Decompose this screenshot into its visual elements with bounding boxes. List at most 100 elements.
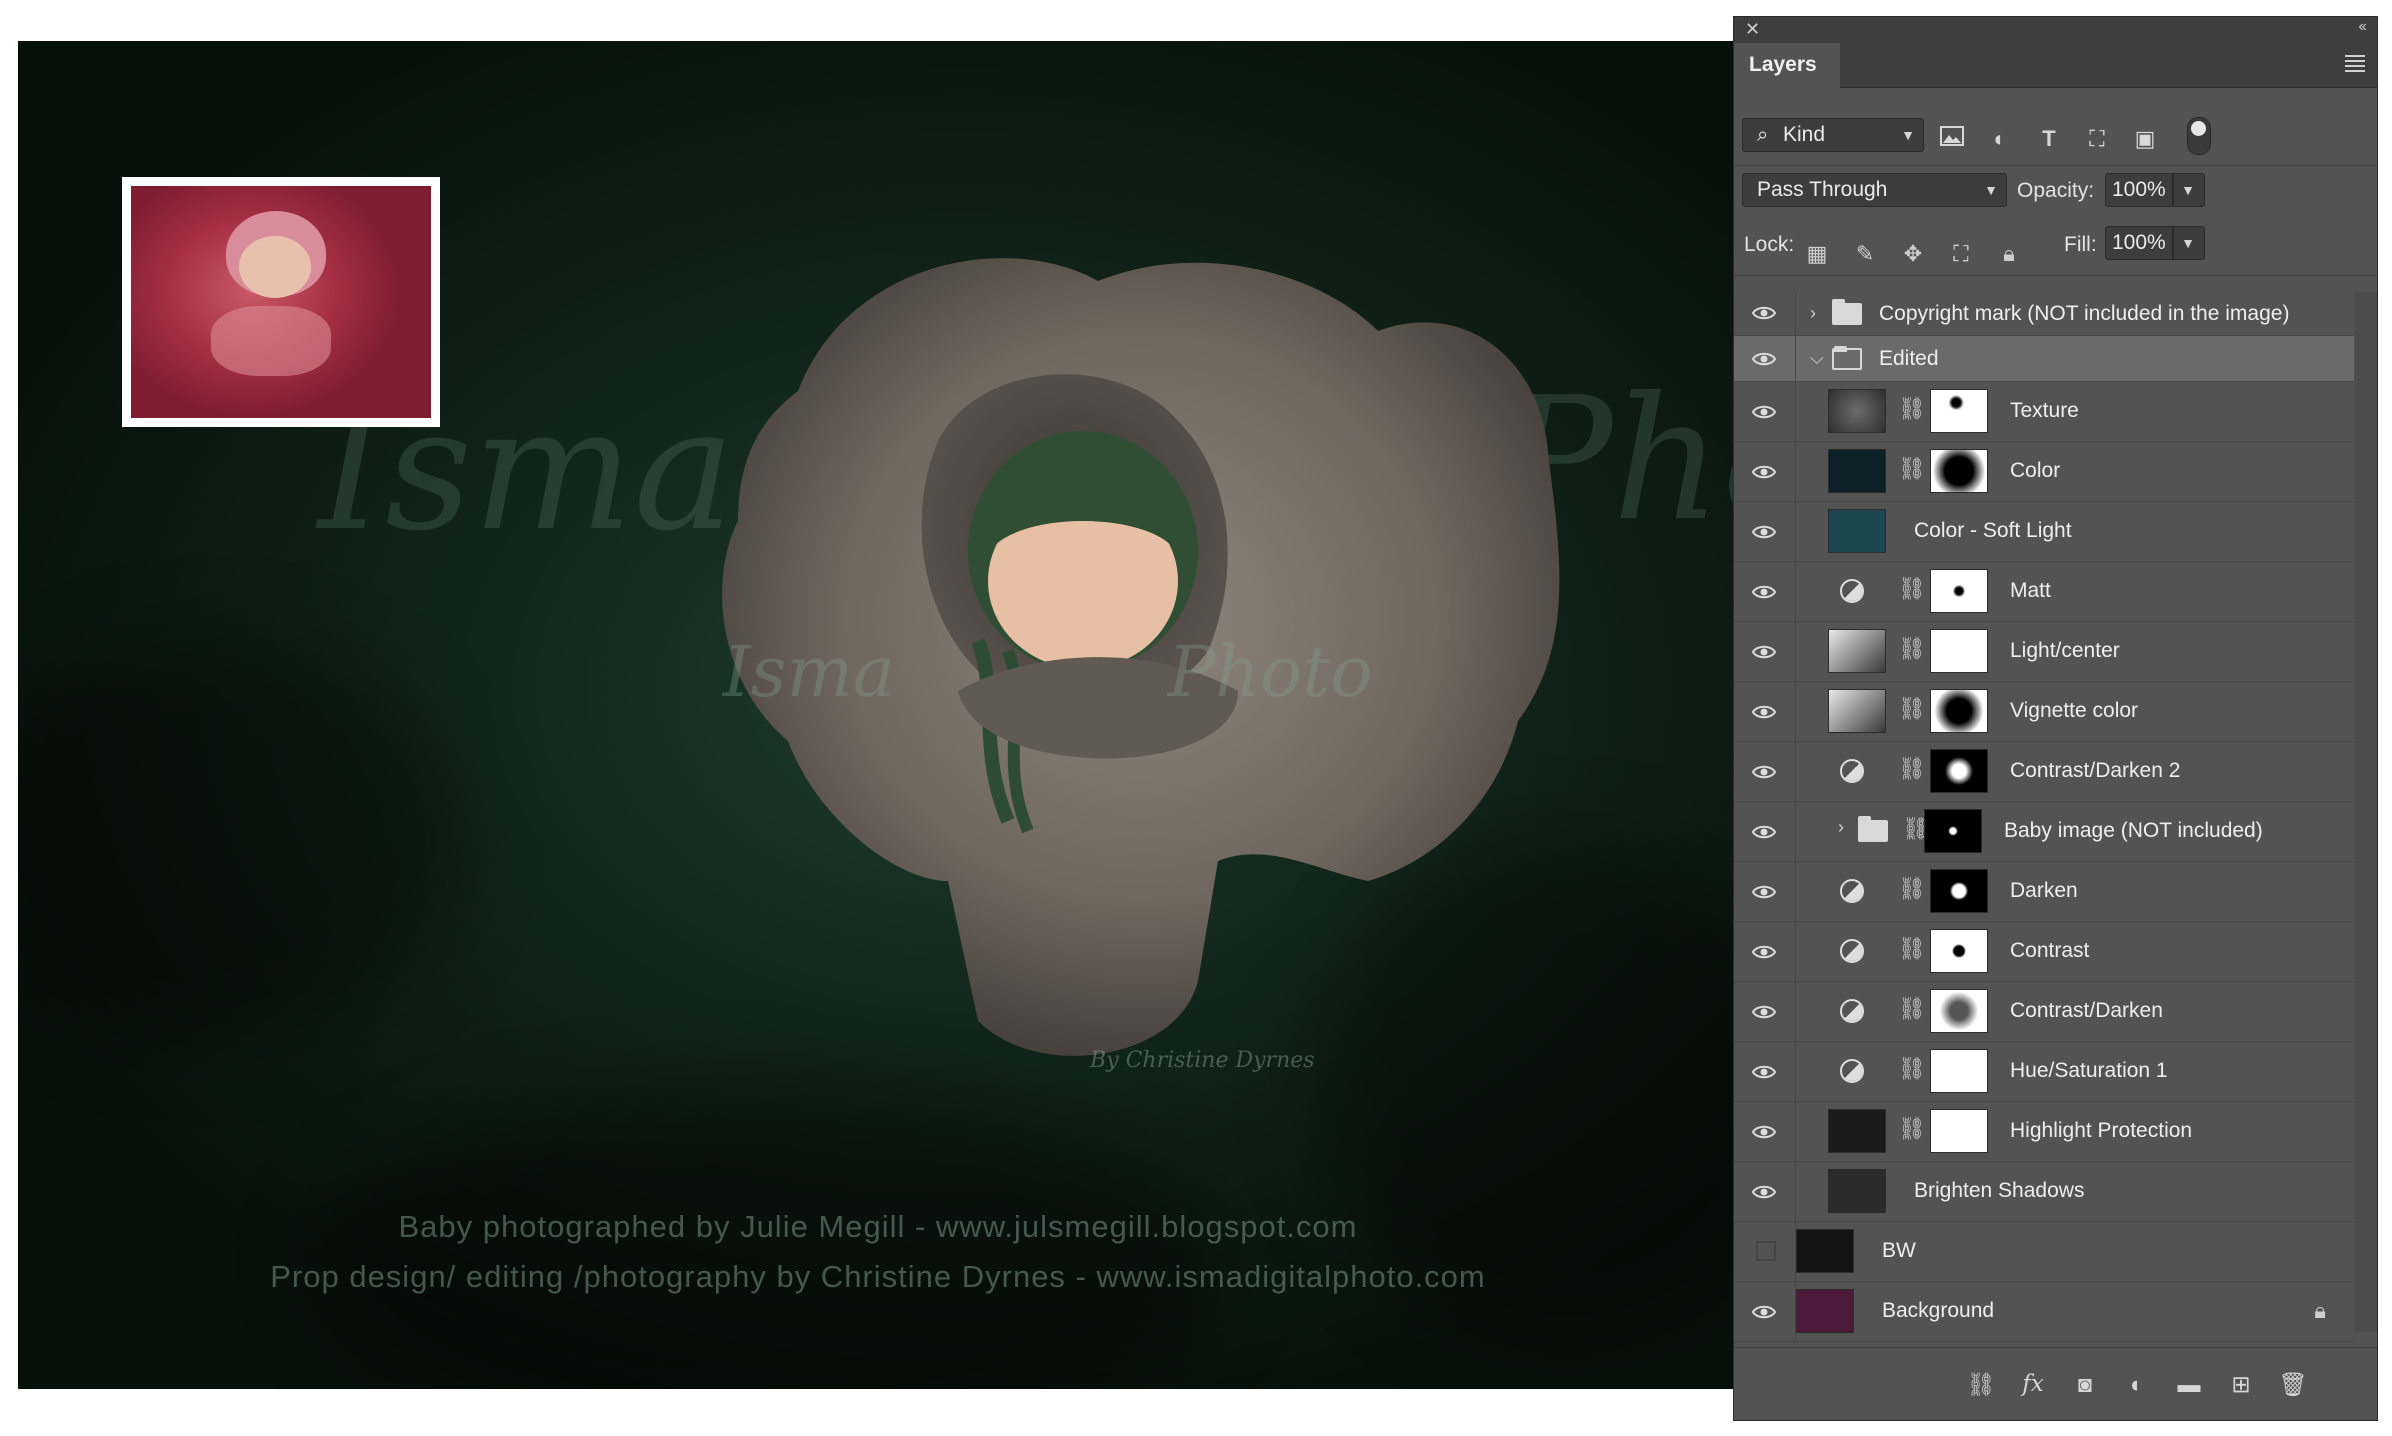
link-icon[interactable]: ⛓ bbox=[1898, 1056, 1926, 1082]
layer-mask-thumbnail[interactable] bbox=[1930, 989, 1988, 1033]
blend-mode-select[interactable]: Pass Through ▼ bbox=[1742, 173, 2007, 207]
visibility-cell[interactable] bbox=[1734, 1102, 1796, 1161]
layer-row[interactable]: › Copyright mark (NOT included in the ima… bbox=[1734, 291, 2354, 336]
visibility-cell[interactable] bbox=[1734, 1042, 1796, 1101]
visibility-cell[interactable] bbox=[1734, 982, 1796, 1041]
collapse-panel-icon[interactable]: ‹‹ bbox=[2358, 18, 2367, 36]
lock-all-icon[interactable]: 🔒︎ bbox=[1996, 241, 2022, 267]
link-icon[interactable]: ⛓ bbox=[1898, 1116, 1926, 1142]
visibility-cell[interactable] bbox=[1734, 502, 1796, 561]
fill-slider-button[interactable]: ▼ bbox=[2173, 226, 2205, 260]
layer-thumbnail[interactable] bbox=[1828, 389, 1886, 433]
link-icon[interactable]: ⛓ bbox=[1898, 636, 1926, 662]
eye-icon[interactable] bbox=[1752, 305, 1776, 321]
layer-thumbnail[interactable] bbox=[1828, 449, 1886, 493]
layer-row[interactable]: ⛓ Contrast/Darken bbox=[1734, 982, 2354, 1042]
opacity-input[interactable]: 100% bbox=[2105, 173, 2173, 207]
eye-icon[interactable] bbox=[1752, 404, 1776, 420]
visibility-cell[interactable] bbox=[1734, 682, 1796, 741]
eye-icon[interactable] bbox=[1752, 704, 1776, 720]
filter-kind-select[interactable]: ⌕ Kind ▼ bbox=[1742, 118, 1924, 152]
link-icon[interactable]: ⛓ bbox=[1898, 396, 1926, 422]
visibility-cell[interactable] bbox=[1734, 1162, 1796, 1221]
visibility-cell[interactable] bbox=[1734, 382, 1796, 441]
layer-row[interactable]: ⛓ Color bbox=[1734, 442, 2354, 502]
chevron-right-icon[interactable]: › bbox=[1838, 817, 1844, 838]
layer-row[interactable]: ⛓ Texture bbox=[1734, 382, 2354, 442]
lock-paint-icon[interactable]: ✎ bbox=[1852, 241, 1878, 267]
visibility-off-box[interactable] bbox=[1756, 1240, 1776, 1261]
link-icon[interactable]: ⛓ bbox=[1898, 696, 1926, 722]
layer-mask-thumbnail[interactable] bbox=[1930, 689, 1988, 733]
visibility-cell[interactable] bbox=[1734, 1282, 1796, 1341]
layer-thumbnail[interactable] bbox=[1828, 1169, 1886, 1213]
layer-thumbnail[interactable] bbox=[1796, 1229, 1854, 1273]
layers-scrollbar[interactable] bbox=[2355, 292, 2377, 1332]
fx-icon[interactable]: fx bbox=[2018, 1370, 2048, 1398]
eye-icon[interactable] bbox=[1752, 524, 1776, 540]
eye-icon[interactable] bbox=[1752, 824, 1776, 840]
eye-icon[interactable] bbox=[1752, 644, 1776, 660]
visibility-cell[interactable] bbox=[1734, 742, 1796, 801]
eye-icon[interactable] bbox=[1752, 1184, 1776, 1200]
link-icon[interactable]: ⛓ bbox=[1898, 456, 1926, 482]
opacity-slider-button[interactable]: ▼ bbox=[2173, 173, 2205, 207]
new-layer-icon[interactable]: ⊞ bbox=[2226, 1370, 2256, 1398]
visibility-cell[interactable] bbox=[1734, 1222, 1796, 1281]
layer-mask-thumbnail[interactable] bbox=[1924, 809, 1982, 853]
image-filter-icon[interactable] bbox=[1939, 126, 1965, 152]
layer-row[interactable]: Background 🔒︎ bbox=[1734, 1282, 2354, 1342]
shape-filter-icon[interactable]: ⛶ bbox=[2084, 126, 2110, 152]
layer-row[interactable]: ⌵ Edited bbox=[1734, 336, 2354, 382]
eye-icon[interactable] bbox=[1752, 584, 1776, 600]
visibility-cell[interactable] bbox=[1734, 802, 1796, 861]
layer-mask-thumbnail[interactable] bbox=[1930, 1109, 1988, 1153]
layer-thumbnail[interactable] bbox=[1796, 1289, 1854, 1333]
fill-input[interactable]: 100% bbox=[2105, 226, 2173, 260]
filter-toggle[interactable] bbox=[2187, 117, 2211, 155]
layer-row[interactable]: ⛓ Matt bbox=[1734, 562, 2354, 622]
layer-row[interactable]: Brighten Shadows bbox=[1734, 1162, 2354, 1222]
document-canvas[interactable]: Isma Pho Isma Photo By Christine Dyrnes … bbox=[18, 41, 1738, 1389]
layer-row[interactable]: ⛓ Contrast/Darken 2 bbox=[1734, 742, 2354, 802]
eye-icon[interactable] bbox=[1752, 1004, 1776, 1020]
eye-icon[interactable] bbox=[1752, 764, 1776, 780]
layer-row[interactable]: ⛓ Hue/Saturation 1 bbox=[1734, 1042, 2354, 1102]
lock-artboard-icon[interactable]: ⛶ bbox=[1948, 241, 1974, 267]
link-icon[interactable]: ⛓ bbox=[1898, 576, 1926, 602]
link-layers-icon[interactable]: ⛓ bbox=[1966, 1370, 1996, 1398]
link-icon[interactable]: ⛓ bbox=[1898, 936, 1926, 962]
visibility-cell[interactable] bbox=[1734, 291, 1796, 335]
adjustment-filter-icon[interactable]: ◐ bbox=[1987, 126, 2013, 152]
lock-transparent-icon[interactable]: ▦ bbox=[1804, 241, 1830, 267]
visibility-cell[interactable] bbox=[1734, 862, 1796, 921]
lock-move-icon[interactable]: ✥ bbox=[1900, 241, 1926, 267]
eye-icon[interactable] bbox=[1752, 1304, 1776, 1320]
visibility-cell[interactable] bbox=[1734, 562, 1796, 621]
layer-mask-thumbnail[interactable] bbox=[1930, 749, 1988, 793]
layer-mask-thumbnail[interactable] bbox=[1930, 569, 1988, 613]
layer-thumbnail[interactable] bbox=[1828, 689, 1886, 733]
eye-icon[interactable] bbox=[1752, 944, 1776, 960]
new-adjustment-icon[interactable]: ◐ bbox=[2122, 1370, 2152, 1398]
layer-mask-thumbnail[interactable] bbox=[1930, 869, 1988, 913]
layer-row[interactable]: ⛓ Highlight Protection bbox=[1734, 1102, 2354, 1162]
panel-menu-icon[interactable] bbox=[2345, 52, 2365, 75]
layer-mask-thumbnail[interactable] bbox=[1930, 389, 1988, 433]
layer-row[interactable]: ⛓ Vignette color bbox=[1734, 682, 2354, 742]
smart-object-filter-icon[interactable]: ▣ bbox=[2132, 126, 2158, 152]
eye-icon[interactable] bbox=[1752, 1124, 1776, 1140]
visibility-cell[interactable] bbox=[1734, 622, 1796, 681]
eye-icon[interactable] bbox=[1752, 351, 1776, 367]
add-mask-icon[interactable]: ◙ bbox=[2070, 1370, 2100, 1398]
new-group-icon[interactable]: ▬ bbox=[2174, 1370, 2204, 1398]
chevron-right-icon[interactable]: › bbox=[1810, 303, 1816, 324]
eye-icon[interactable] bbox=[1752, 464, 1776, 480]
close-panel-icon[interactable]: ✕ bbox=[1745, 19, 1760, 40]
layer-mask-thumbnail[interactable] bbox=[1930, 929, 1988, 973]
link-icon[interactable]: ⛓ bbox=[1898, 876, 1926, 902]
visibility-cell[interactable] bbox=[1734, 922, 1796, 981]
link-icon[interactable]: ⛓ bbox=[1898, 996, 1926, 1022]
layer-row[interactable]: ⛓ Contrast bbox=[1734, 922, 2354, 982]
layer-mask-thumbnail[interactable] bbox=[1930, 629, 1988, 673]
